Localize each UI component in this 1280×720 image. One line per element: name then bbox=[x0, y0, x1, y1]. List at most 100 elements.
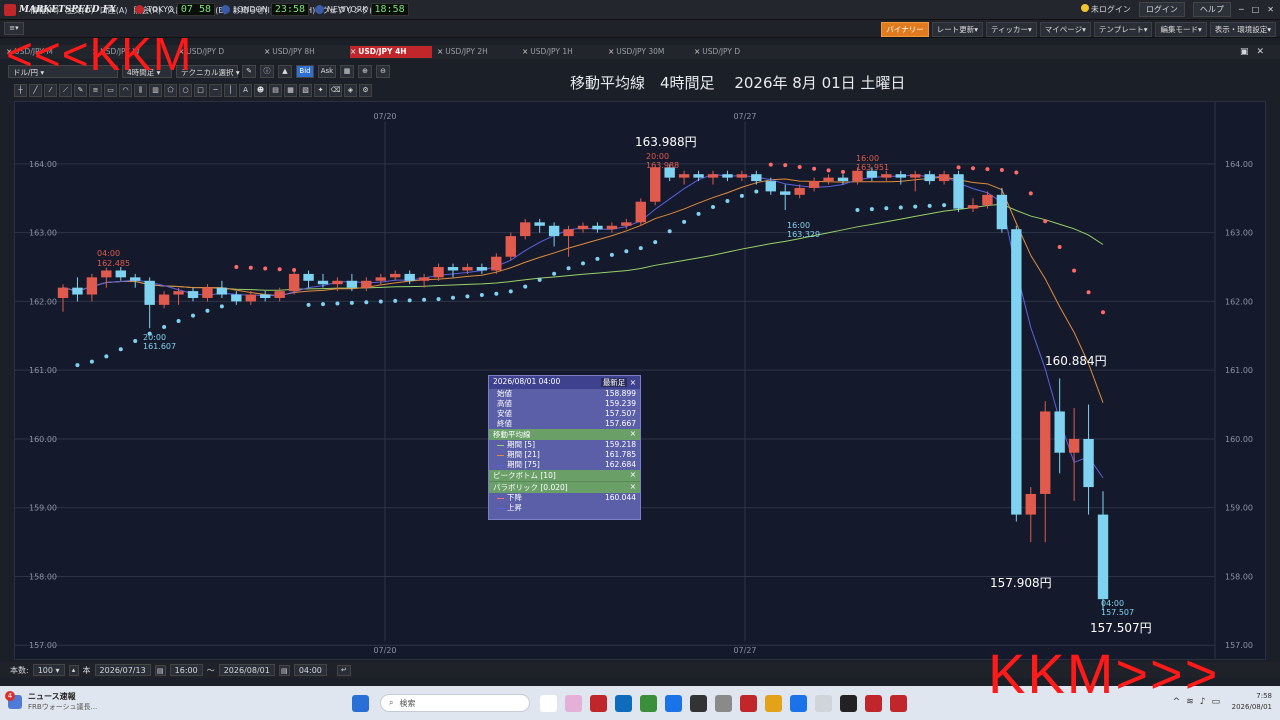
toolbar-button[interactable]: バイナリー bbox=[881, 22, 929, 37]
emoji-icon[interactable]: ☻ bbox=[254, 84, 267, 97]
latest-bar-button[interactable]: 最新足 bbox=[600, 378, 628, 387]
stocks-icon[interactable] bbox=[840, 695, 857, 712]
widgets-icon[interactable] bbox=[540, 695, 557, 712]
bid-button[interactable]: Bid bbox=[296, 64, 314, 78]
trend-icon[interactable]: ⟋ bbox=[59, 84, 72, 97]
help-button[interactable]: ヘルプ bbox=[1192, 2, 1231, 17]
square-icon[interactable]: □ bbox=[194, 84, 207, 97]
zoom-out-icon[interactable]: ⊖ bbox=[376, 64, 390, 78]
zoom-in-icon[interactable]: ⊕ bbox=[358, 64, 372, 78]
ask-button[interactable]: Ask bbox=[318, 64, 336, 78]
arc-icon[interactable]: ◠ bbox=[119, 84, 132, 97]
tab-close-icon[interactable]: × bbox=[694, 47, 700, 56]
wrench-icon[interactable]: ✦ bbox=[314, 84, 327, 97]
tab-chart[interactable]: USD/JPY 30M × bbox=[608, 46, 690, 58]
tab-close-icon[interactable]: × bbox=[264, 47, 270, 56]
files-icon[interactable] bbox=[765, 695, 782, 712]
explorer-icon[interactable] bbox=[715, 695, 732, 712]
toolbar-button[interactable]: 表示・環境設定▾ bbox=[1209, 22, 1276, 37]
toolbar-button[interactable]: マイページ▾ bbox=[1039, 22, 1091, 37]
calendar-icon[interactable]: ▤ bbox=[154, 664, 166, 676]
hbar-icon[interactable]: ─ bbox=[209, 84, 222, 97]
scale-icon[interactable]: ▲ bbox=[278, 64, 292, 78]
to-time-field[interactable]: 04:00 bbox=[293, 664, 327, 676]
info-icon[interactable]: ⓘ bbox=[260, 64, 274, 78]
vbar-icon[interactable]: │ bbox=[224, 84, 237, 97]
close-icon[interactable]: ✕ bbox=[1267, 5, 1274, 14]
mcafee-icon[interactable] bbox=[740, 695, 757, 712]
from-time-field[interactable]: 16:00 bbox=[169, 664, 203, 676]
maximize-icon[interactable]: □ bbox=[1252, 5, 1260, 14]
pen-icon[interactable]: ✎ bbox=[242, 64, 256, 78]
ray-icon[interactable]: ⁄ bbox=[44, 84, 57, 97]
polygon-icon[interactable]: ⬠ bbox=[164, 84, 177, 97]
menu-item[interactable]: 情報(M) bbox=[30, 5, 59, 16]
return-icon[interactable]: ↵ bbox=[336, 664, 351, 676]
menu-item[interactable]: 注文(O) bbox=[65, 5, 94, 16]
settings-icon[interactable]: ⚙ bbox=[359, 84, 372, 97]
tab-close-icon[interactable]: × bbox=[437, 47, 443, 56]
news-widget[interactable]: 4 ニュース速報 FRBウォーシュ議長... bbox=[5, 690, 97, 712]
menu-icon[interactable] bbox=[4, 4, 16, 16]
sar-dot bbox=[537, 277, 542, 282]
eraser-icon[interactable]: ⌫ bbox=[329, 84, 342, 97]
start-icon[interactable] bbox=[352, 695, 369, 712]
channel-icon[interactable]: ▥ bbox=[149, 84, 162, 97]
hline-icon[interactable]: ≡ bbox=[89, 84, 102, 97]
circle-icon[interactable]: ○ bbox=[179, 84, 192, 97]
minimize-icon[interactable]: ─ bbox=[1239, 5, 1244, 14]
count-input[interactable]: 100 ▾ bbox=[32, 664, 65, 676]
tab-close-icon[interactable]: × bbox=[522, 47, 528, 56]
calendar-icon[interactable] bbox=[815, 695, 832, 712]
sar-close-icon[interactable]: × bbox=[630, 482, 636, 493]
copilot-icon[interactable] bbox=[565, 695, 582, 712]
tab-close-icon[interactable]: × bbox=[350, 47, 356, 56]
ma-close-icon[interactable]: × bbox=[630, 429, 636, 440]
crosshair-icon[interactable]: ┼ bbox=[14, 84, 27, 97]
grid2-icon[interactable]: ▦ bbox=[284, 84, 297, 97]
text-icon[interactable]: A bbox=[239, 84, 252, 97]
candle-body bbox=[982, 194, 993, 206]
toolbar-button[interactable]: ティッカー▾ bbox=[985, 22, 1037, 37]
peak-close-icon[interactable]: × bbox=[630, 470, 636, 481]
from-date-field[interactable]: 2026/07/13 bbox=[94, 664, 151, 676]
tab-chart[interactable]: USD/JPY D × bbox=[694, 46, 776, 58]
toolbar-button[interactable]: 編集モード▾ bbox=[1155, 22, 1207, 37]
line-icon[interactable]: ╱ bbox=[29, 84, 42, 97]
chart-area[interactable]: 164.00 164.00 163.00 163.00 162.00 162.00 161.… bbox=[14, 101, 1266, 660]
tab-chart[interactable]: USD/JPY 4H × bbox=[350, 46, 432, 58]
login-button[interactable]: ログイン bbox=[1138, 2, 1185, 17]
layout-icon[interactable]: ▦ bbox=[340, 64, 354, 78]
clock[interactable]: 7:58 2026/08/01 bbox=[1232, 691, 1272, 713]
toolbar-button[interactable]: テンプレート▾ bbox=[1093, 22, 1153, 37]
tab-close-icon[interactable]: × bbox=[608, 47, 614, 56]
chart-icon[interactable] bbox=[865, 695, 882, 712]
chrome-icon[interactable] bbox=[665, 695, 682, 712]
sar-dot bbox=[234, 265, 239, 270]
toolbar-button[interactable]: レート更新▾ bbox=[931, 22, 983, 37]
fib-icon[interactable]: ⫼ bbox=[134, 84, 147, 97]
tab-chart[interactable]: USD/JPY 8H × bbox=[264, 46, 346, 58]
rect-icon[interactable]: ▭ bbox=[104, 84, 117, 97]
grid3-icon[interactable]: ▧ bbox=[299, 84, 312, 97]
taskbar-search[interactable]: ⌕ 検索 bbox=[380, 694, 530, 712]
tab-chart[interactable]: USD/JPY 2H × bbox=[437, 46, 519, 58]
calendar-icon[interactable]: ▤ bbox=[278, 664, 290, 676]
menu-item[interactable]: 口座(A) bbox=[100, 5, 128, 16]
edge-icon[interactable] bbox=[640, 695, 657, 712]
mail-icon[interactable] bbox=[790, 695, 807, 712]
app-icon[interactable] bbox=[890, 695, 907, 712]
count-step-icon[interactable]: ▴ bbox=[68, 664, 79, 676]
pencil-icon[interactable]: ✎ bbox=[74, 84, 87, 97]
outlook-icon[interactable] bbox=[615, 695, 632, 712]
dell-icon[interactable] bbox=[690, 695, 707, 712]
marketspeed-icon[interactable] bbox=[590, 695, 607, 712]
grid1-icon[interactable]: ▤ bbox=[269, 84, 282, 97]
restore-icon[interactable]: ▣ bbox=[1240, 47, 1249, 57]
to-date-field[interactable]: 2026/08/01 bbox=[218, 664, 275, 676]
tab-chart[interactable]: USD/JPY 1H × bbox=[522, 46, 604, 58]
tab-close-icon[interactable]: ✕ bbox=[1257, 47, 1265, 57]
sar-dot bbox=[667, 229, 672, 234]
tooltip-close-icon[interactable]: × bbox=[630, 378, 636, 387]
tag-icon[interactable]: ◈ bbox=[344, 84, 357, 97]
